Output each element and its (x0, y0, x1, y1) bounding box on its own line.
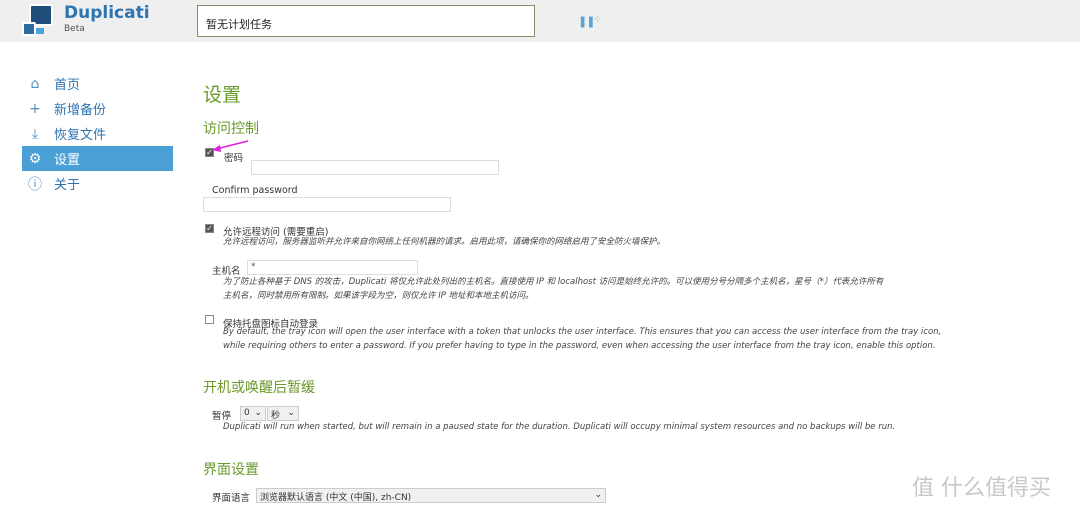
home-icon: ⌂ (30, 75, 40, 92)
tray-description-line2: while requiring others to enter a passwo… (223, 341, 936, 351)
remote-access-checkbox[interactable]: ✓ (205, 224, 214, 233)
tray-description-line1: By default, the tray icon will open the … (223, 327, 942, 337)
pause-icon[interactable]: ❚❚ (578, 15, 595, 28)
sidebar-item-label: 恢复文件 (54, 128, 107, 143)
chevron-down-icon: ⌄ (254, 408, 262, 418)
info-icon: ⓘ (28, 176, 42, 193)
sidebar-item-label: 新增备份 (54, 103, 107, 118)
sidebar-item-settings[interactable]: ⚙ 设置 (22, 146, 173, 171)
hostname-description-line2: 主机名，同时禁用所有限制。如果该字段为空，则仅允许 IP 地址和本地主机访问。 (223, 291, 534, 301)
sidebar-nav: ⌂ 首页 + 新增备份 ⤓ 恢复文件 ⚙ 设置 ⓘ 关于 (22, 71, 173, 196)
remote-access-description: 允许远程访问，服务器监听并允许来自你网络上任何机器的请求。启用此项，请确保你的网… (223, 237, 666, 247)
confirm-password-label: Confirm password (212, 185, 298, 196)
status-box[interactable]: 暂无计划任务 (197, 5, 535, 37)
pause-amount-select[interactable]: 0 ⌄ (240, 406, 266, 421)
page-title: 设置 (203, 84, 242, 106)
language-value: 浏览器默认语言 (中文 (中国), zh-CN) (260, 493, 412, 503)
top-bar: Duplicati Beta 暂无计划任务 ❚❚ ⁘ (0, 0, 1080, 42)
throttle-icon[interactable]: ⁘ (593, 13, 602, 26)
sidebar-item-label: 首页 (54, 78, 81, 93)
plus-icon: + (29, 100, 41, 117)
pause-unit-select[interactable]: 秒 ⌄ (267, 406, 299, 421)
sidebar-item-label: 设置 (54, 153, 81, 168)
section-access-control: 访问控制 (203, 121, 259, 137)
chevron-down-icon: ⌄ (594, 490, 602, 500)
gear-icon: ⚙ (28, 150, 42, 167)
pause-unit-value: 秒 (271, 411, 281, 421)
duplicati-logo[interactable] (22, 4, 56, 36)
brand-name[interactable]: Duplicati (64, 3, 150, 23)
brand-edition: Beta (64, 24, 85, 34)
sidebar-item-home[interactable]: ⌂ 首页 (22, 71, 173, 96)
section-startup-delay: 开机或唤醒后暂缓 (203, 380, 315, 396)
pause-description: Duplicati will run when started, but wil… (223, 422, 896, 432)
language-label: 界面语言 (212, 493, 251, 504)
restore-icon: ⤓ (31, 125, 39, 142)
language-select[interactable]: 浏览器默认语言 (中文 (中国), zh-CN) ⌄ (256, 488, 606, 503)
sidebar-item-restore[interactable]: ⤓ 恢复文件 (22, 121, 173, 146)
annotation-arrow-icon (212, 140, 249, 152)
tray-autologin-checkbox[interactable] (205, 315, 214, 324)
hostname-description-line1: 为了防止各种基于 DNS 的攻击，Duplicati 将仅允许此处列出的主机名。… (223, 277, 884, 287)
watermark: 值 什么值得买 (912, 476, 1051, 501)
sidebar-item-label: 关于 (54, 178, 81, 193)
sidebar-item-add-backup[interactable]: + 新增备份 (22, 96, 173, 121)
password-input[interactable] (251, 160, 499, 175)
sidebar-item-about[interactable]: ⓘ 关于 (22, 171, 173, 196)
chevron-down-icon: ⌄ (287, 408, 295, 418)
confirm-password-input[interactable] (203, 197, 451, 212)
section-ui-settings: 界面设置 (203, 462, 259, 478)
hostname-input[interactable]: * (247, 260, 418, 275)
pause-amount-value: 0 (244, 408, 250, 418)
